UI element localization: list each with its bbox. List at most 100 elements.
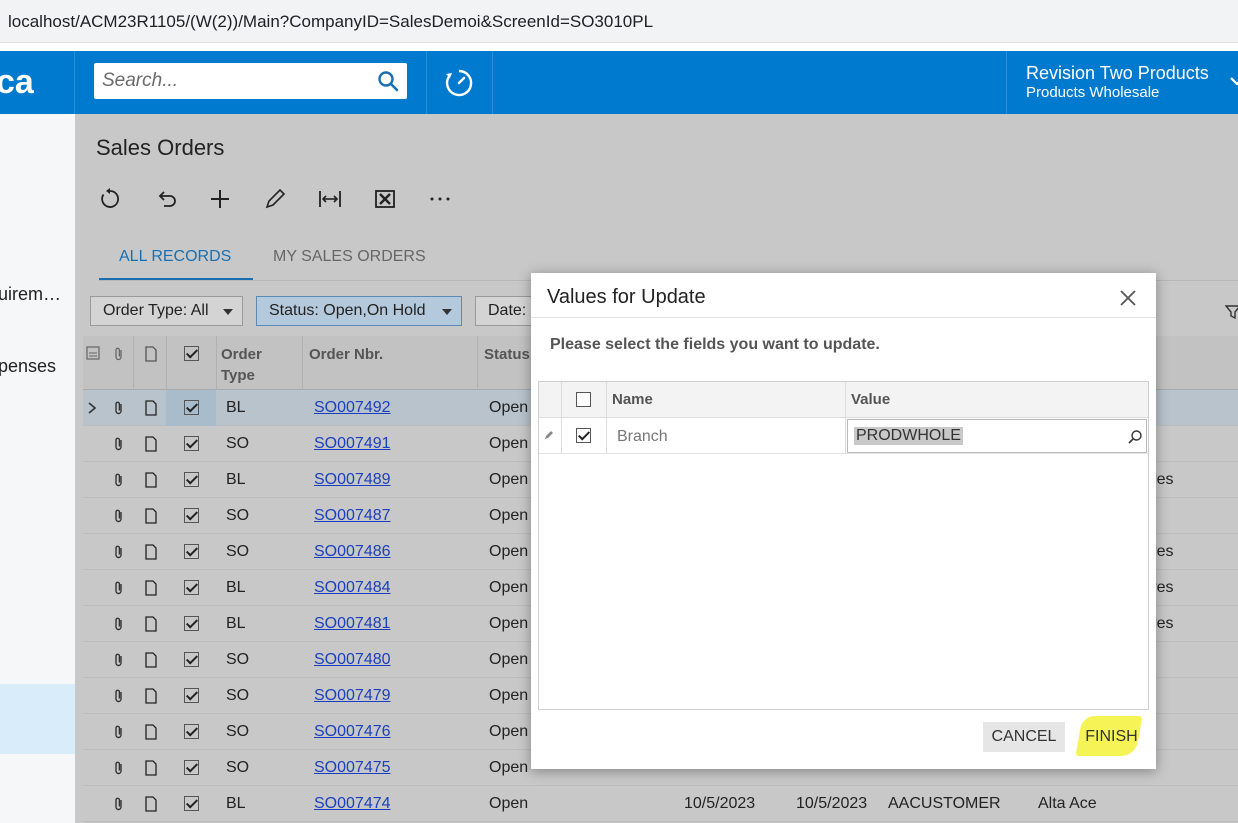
row-select-checkbox[interactable] (184, 652, 199, 667)
attachment-header-icon[interactable] (111, 346, 127, 362)
row-edit-pencil-icon (545, 431, 553, 439)
attachment-icon[interactable] (111, 616, 127, 632)
note-icon[interactable] (143, 580, 159, 596)
update-field-row[interactable]: Branch PRODWHOLE (539, 418, 1148, 454)
row-select-checkbox[interactable] (184, 544, 199, 559)
refresh-icon[interactable] (97, 186, 123, 212)
note-header-icon[interactable] (143, 346, 159, 362)
app-logo[interactable]: ca (0, 51, 75, 114)
note-icon[interactable] (143, 616, 159, 632)
fit-columns-icon[interactable] (317, 186, 343, 212)
chevron-down-icon[interactable] (1229, 73, 1238, 89)
row-select-checkbox[interactable] (184, 688, 199, 703)
row-select-checkbox[interactable] (184, 760, 199, 775)
order-nbr-link[interactable]: SO007479 (314, 687, 391, 705)
note-icon[interactable] (143, 760, 159, 776)
undo-icon[interactable] (152, 186, 178, 212)
edit-pencil-icon[interactable] (262, 186, 288, 212)
order-nbr-link[interactable]: SO007481 (314, 615, 391, 633)
order-nbr-link[interactable]: SO007486 (314, 543, 391, 561)
url-text[interactable]: localhost/ACM23R1105/(W(2))/Main?Company… (8, 12, 653, 32)
order-nbr-link[interactable]: SO007475 (314, 759, 391, 777)
column-header-status[interactable]: Status (484, 344, 530, 365)
filter-order-type[interactable]: Order Type: All (90, 296, 243, 326)
tab-my-sales-orders[interactable]: MY SALES ORDERS (273, 248, 426, 266)
filter-date-label: Date: (488, 302, 527, 319)
lookup-search-icon[interactable] (1127, 429, 1143, 445)
note-icon[interactable] (143, 688, 159, 704)
excel-export-icon[interactable] (372, 186, 398, 212)
row-select-checkbox[interactable] (184, 436, 199, 451)
branch-value-selector[interactable]: PRODWHOLE (847, 419, 1147, 453)
order-nbr-link[interactable]: SO007492 (314, 399, 391, 417)
column-header-order-nbr[interactable]: Order Nbr. (309, 344, 383, 365)
select-all-fields-checkbox[interactable] (576, 392, 591, 407)
attachment-icon[interactable] (111, 580, 127, 596)
add-icon[interactable] (207, 186, 233, 212)
global-search[interactable] (94, 63, 407, 99)
tab-all-records[interactable]: ALL RECORDS (119, 248, 231, 266)
note-icon[interactable] (143, 652, 159, 668)
table-row[interactable]: BL SO007474 Open 10/5/2023 10/5/2023 AACUSTOM… (83, 786, 1238, 822)
search-input[interactable] (94, 63, 364, 99)
attachment-icon[interactable] (111, 508, 127, 524)
attachment-icon[interactable] (111, 652, 127, 668)
sidebar-item-expenses[interactable]: penses (0, 356, 56, 377)
note-icon[interactable] (143, 436, 159, 452)
note-icon[interactable] (143, 544, 159, 560)
column-header-order-type[interactable]: Order Type (221, 344, 262, 386)
note-icon[interactable] (143, 472, 159, 488)
row-select-checkbox[interactable] (184, 472, 199, 487)
order-nbr-link[interactable]: SO007480 (314, 651, 391, 669)
browser-address-bar[interactable]: localhost/ACM23R1105/(W(2))/Main?Company… (0, 0, 1238, 43)
filter-status-label: Status: Open,On Hold (269, 302, 426, 319)
finish-button[interactable]: FINISH (1074, 722, 1149, 752)
left-sidebar: uirem… penses (0, 114, 75, 823)
filter-status[interactable]: Status: Open,On Hold (256, 296, 462, 326)
chevron-right-icon[interactable] (86, 400, 98, 416)
order-nbr-link[interactable]: SO007476 (314, 723, 391, 741)
order-nbr-link[interactable]: SO007474 (314, 795, 391, 813)
attachment-icon[interactable] (111, 760, 127, 776)
branch-value-text[interactable]: PRODWHOLE (854, 427, 963, 445)
order-date-cell: 10/5/2023 (684, 795, 756, 812)
search-icon[interactable] (377, 70, 399, 92)
attachment-icon[interactable] (111, 724, 127, 740)
filter-funnel-icon[interactable] (1225, 304, 1238, 320)
row-select-checkbox[interactable] (184, 580, 199, 595)
attachment-icon[interactable] (111, 688, 127, 704)
attachment-icon[interactable] (111, 400, 127, 416)
field-name-branch: Branch (617, 428, 668, 445)
row-select-checkbox[interactable] (184, 724, 199, 739)
order-nbr-link[interactable]: SO007489 (314, 471, 391, 489)
row-select-checkbox[interactable] (184, 796, 199, 811)
order-nbr-link[interactable]: SO007491 (314, 435, 391, 453)
history-clock-icon[interactable] (443, 67, 475, 99)
order-nbr-link[interactable]: SO007484 (314, 579, 391, 597)
column-header-name[interactable]: Name (612, 391, 653, 408)
note-icon[interactable] (143, 400, 159, 416)
close-icon[interactable] (1119, 289, 1137, 307)
note-icon[interactable] (143, 796, 159, 812)
select-all-checkbox[interactable] (184, 346, 199, 361)
note-icon[interactable] (143, 508, 159, 524)
note-icon[interactable] (143, 724, 159, 740)
attachment-icon[interactable] (111, 796, 127, 812)
company-branch-selector[interactable]: Revision Two Products Products Wholesale (1006, 51, 1238, 114)
field-branch-checkbox[interactable] (576, 428, 591, 443)
cancel-button[interactable]: CANCEL (983, 722, 1065, 752)
attachment-icon[interactable] (111, 436, 127, 452)
status-cell: Open (489, 759, 529, 776)
status-cell: Open (489, 723, 529, 740)
column-header-value[interactable]: Value (851, 391, 890, 408)
order-nbr-link[interactable]: SO007487 (314, 507, 391, 525)
row-select-checkbox[interactable] (184, 616, 199, 631)
order-type-cell: SO (226, 435, 250, 452)
more-options-icon[interactable] (427, 186, 453, 212)
row-select-checkbox[interactable] (184, 508, 199, 523)
sidebar-active-item[interactable] (0, 684, 75, 754)
attachment-icon[interactable] (111, 544, 127, 560)
sidebar-item-requirements[interactable]: uirem… (0, 284, 61, 305)
row-select-checkbox[interactable] (184, 400, 199, 415)
attachment-icon[interactable] (111, 472, 127, 488)
